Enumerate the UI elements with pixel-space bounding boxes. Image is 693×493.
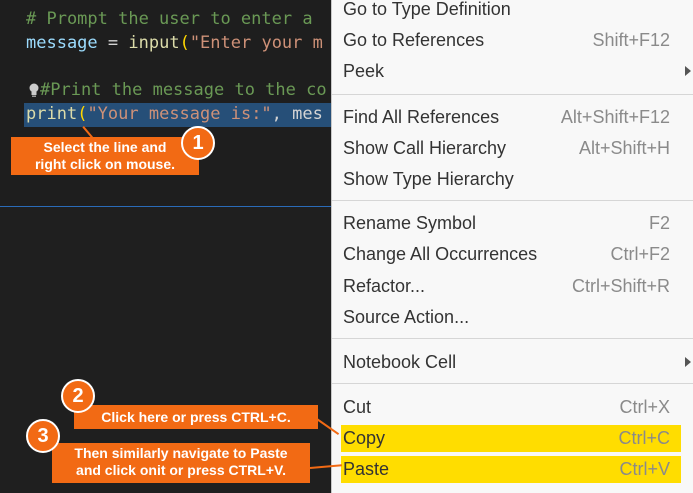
menu-item-label: Show Call Hierarchy (343, 138, 507, 158)
annotation-text: right click on mouse. (34, 156, 176, 172)
menu-item-label: Go to References (343, 30, 485, 50)
context-menu: Go to Type Definition Go to References S… (331, 0, 693, 493)
menu-item-go-to-references[interactable]: Go to References Shift+F12 (332, 25, 693, 55)
menu-item-show-type-hierarchy[interactable]: Show Type Hierarchy (332, 164, 693, 194)
menu-item-label: Show Type Hierarchy (343, 169, 514, 189)
token-paren: ( (179, 33, 190, 53)
menu-item-go-to-type-definition[interactable]: Go to Type Definition (332, 0, 693, 24)
menu-item-label: Go to Type Definition (343, 0, 511, 19)
menu-item-shortcut: Alt+Shift+H (578, 138, 670, 158)
menu-separator (332, 200, 693, 201)
menu-item-label: Paste (343, 459, 390, 479)
menu-item-shortcut: Ctrl+C (618, 428, 670, 448)
menu-item-label: Peek (343, 61, 385, 81)
step-badge-1: 1 (181, 126, 215, 160)
menu-item-peek[interactable]: Peek (332, 56, 693, 86)
menu-item-shortcut: Ctrl+X (619, 397, 670, 417)
menu-item-refactor[interactable]: Refactor... Ctrl+Shift+R (332, 271, 693, 301)
menu-item-shortcut: Ctrl+F2 (610, 244, 670, 264)
menu-item-label: Source Action... (343, 307, 470, 327)
code-line-2[interactable]: message = input("Enter your m (26, 32, 323, 54)
lightbulb-icon[interactable] (28, 82, 40, 98)
step-badge-2: 2 (61, 379, 95, 413)
code-line-3[interactable]: #Print the message to the co (40, 79, 327, 101)
menu-item-shortcut: Ctrl+V (619, 459, 670, 479)
menu-item-show-call-hierarchy[interactable]: Show Call Hierarchy Alt+Shift+H (332, 133, 693, 163)
token-variable: message (26, 33, 98, 53)
token-string: "Your message is:" (87, 104, 272, 124)
menu-item-label: Rename Symbol (343, 213, 477, 233)
menu-item-shortcut: F2 (648, 213, 670, 233)
menu-item-shortcut: Shift+F12 (592, 30, 670, 50)
code-line-1[interactable]: # Prompt the user to enter a (26, 8, 313, 30)
code-line-4-selected[interactable]: print("Your message is:", mes (26, 103, 323, 125)
editor-divider (0, 206, 335, 207)
token-string: "Enter your m (189, 33, 323, 53)
menu-item-label: Cut (343, 397, 372, 417)
annotation-text: Then similarly navigate to Paste (74, 445, 288, 461)
menu-item-find-all-references[interactable]: Find All References Alt+Shift+F12 (332, 102, 693, 132)
annotation-callout-1: Select the line and right click on mouse… (11, 137, 199, 175)
annotation-callout-3: Then similarly navigate to Paste and cli… (52, 443, 310, 483)
chevron-right-icon (685, 357, 691, 367)
token-rest: , mes (271, 104, 323, 124)
menu-item-shortcut: Alt+Shift+F12 (560, 107, 670, 127)
menu-item-cut[interactable]: Cut Ctrl+X (332, 392, 693, 422)
token-function: input (128, 33, 180, 53)
menu-item-paste[interactable]: Paste Ctrl+V (332, 454, 693, 484)
token-paren: ( (77, 104, 88, 124)
menu-separator (332, 383, 693, 384)
step-badge-3: 3 (26, 419, 60, 453)
menu-item-change-all-occurrences[interactable]: Change All Occurrences Ctrl+F2 (332, 239, 693, 269)
annotation-text: and click onit or press CTRL+V. (76, 462, 286, 478)
annotation-text: Click here or press CTRL+C. (101, 409, 291, 425)
chevron-right-icon (685, 66, 691, 76)
annotation-text: Select the line and (43, 139, 167, 155)
annotation-callout-2: Click here or press CTRL+C. (74, 405, 318, 429)
menu-item-label: Refactor... (343, 276, 426, 296)
menu-item-label: Copy (343, 428, 386, 448)
menu-item-rename-symbol[interactable]: Rename Symbol F2 (332, 208, 693, 238)
menu-item-label: Change All Occurrences (343, 244, 538, 264)
token-operator: = (97, 33, 129, 53)
menu-item-notebook-cell[interactable]: Notebook Cell (332, 347, 693, 377)
menu-item-copy[interactable]: Copy Ctrl+C (332, 423, 693, 453)
menu-item-label: Find All References (343, 107, 500, 127)
menu-separator (332, 338, 693, 339)
menu-separator (332, 94, 693, 95)
menu-item-shortcut: Ctrl+Shift+R (571, 276, 670, 296)
menu-item-source-action[interactable]: Source Action... (332, 302, 693, 332)
token-function: print (26, 104, 78, 124)
menu-item-label: Notebook Cell (343, 352, 457, 372)
